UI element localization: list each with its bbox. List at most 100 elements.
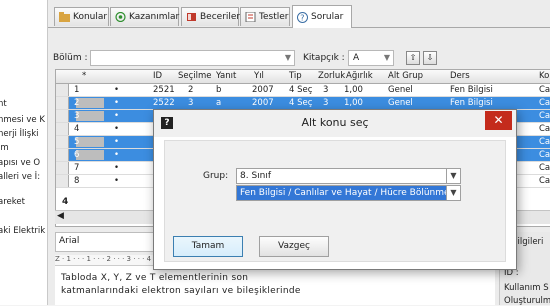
chevron-left-icon[interactable]: ◀ (57, 211, 64, 221)
tree-item[interactable]: alleri ve İ: (0, 172, 40, 182)
row-bullet: • (114, 98, 120, 108)
tree-item[interactable]: aki Elektrik (0, 226, 45, 236)
cell-ko: Ca (539, 98, 550, 108)
tab-beceriler[interactable]: Beceriler (181, 7, 241, 26)
cell-ko: Ca (539, 124, 550, 134)
row-indicator[interactable] (56, 123, 69, 135)
row-bullet: • (114, 176, 120, 186)
row-marker (76, 98, 104, 108)
cell-yanit: a (216, 98, 222, 108)
tab-label: Beceriler (200, 12, 241, 22)
cell-yanit: b (216, 85, 222, 95)
kitapcik-value: A (353, 53, 360, 63)
cell-ko: Ca (539, 111, 550, 121)
chevron-down-icon: ▼ (284, 53, 291, 62)
cell-zorluk: 3 (323, 98, 329, 108)
editor-line: Tabloda X, Y, Z ve T elementlerinin son (61, 273, 249, 283)
cell-id: 2522 (153, 98, 175, 108)
cell-ko: Ca (539, 137, 550, 147)
grup-value: 8. Sınıf (240, 171, 272, 181)
cell-zorluk: 3 (323, 85, 329, 95)
cell-ko: Ca (539, 176, 550, 186)
tab-testler[interactable]: Testler (240, 7, 290, 26)
col-ko[interactable]: Ko (539, 71, 549, 81)
bolum-label: Bölüm : (53, 53, 88, 63)
cell-ko: Ca (539, 150, 550, 160)
cell-n: 5 (74, 137, 80, 147)
close-button[interactable]: ✕ (485, 111, 512, 130)
cell-agirlik: 1,00 (344, 98, 363, 108)
tree-item[interactable]: apısı ve O (0, 158, 40, 168)
col-ders[interactable]: Ders (450, 71, 470, 81)
grid-footer-count: 4 (62, 197, 69, 207)
tree-item[interactable]: nt (0, 99, 7, 109)
tab-label: Sorular (311, 12, 344, 22)
col-star[interactable]: * (82, 71, 86, 81)
cell-n: 8 (74, 176, 80, 186)
col-yanit[interactable]: Yanıt (216, 71, 236, 81)
col-zorluk[interactable]: Zorluk (318, 71, 345, 81)
question-editor[interactable]: Tabloda X, Y, Z ve T elementlerinin son … (55, 266, 495, 305)
kitapcik-select[interactable]: A ▼ (348, 50, 394, 66)
cell-secilme: 3 (188, 98, 194, 108)
cell-yil: 2007 (252, 98, 274, 108)
col-secilme[interactable]: Seçilme (178, 71, 212, 81)
row-marker (76, 150, 104, 160)
tree-item[interactable]: im (0, 143, 9, 153)
grid-header: * ID Seçilme Yanıt Yıl Tip Zorluk Ağırlı… (56, 70, 550, 84)
row-marker (76, 111, 104, 121)
tab-kazanimlar[interactable]: Kazanımlar (110, 7, 179, 26)
col-yil[interactable]: Yıl (254, 71, 264, 81)
col-agirlik[interactable]: Ağırlık (346, 71, 373, 81)
bolum-select[interactable]: ▼ (90, 50, 295, 66)
ok-button[interactable]: Tamam (173, 236, 243, 257)
tab-konular[interactable]: Konular (54, 7, 109, 26)
tree-item[interactable]: nerji İlişki (0, 129, 38, 139)
cell-n: 2 (74, 98, 80, 108)
cell-ders: Fen Bilgisi (450, 85, 493, 95)
table-row[interactable]: • 1 2521 2 b 2007 4 Seç 3 1,00 Genel Fen Bilgisi Ca (56, 84, 550, 97)
konu-select[interactable]: Fen Bilgisi / Canlılar ve Hayat / Hücre … (236, 185, 461, 201)
cell-tip: 4 Seç (289, 98, 313, 108)
dialog-title: Alt konu seç (301, 116, 369, 129)
folder-icon (59, 12, 70, 22)
question-icon: ? (297, 12, 308, 23)
editor-line: katmanlarındaki elektron sayıları ve bil… (61, 286, 301, 296)
font-name[interactable]: Arial (59, 236, 79, 246)
row-indicator[interactable] (56, 110, 69, 122)
row-indicator[interactable] (56, 175, 69, 187)
row-bullet: • (114, 124, 120, 134)
col-tip[interactable]: Tip (289, 71, 302, 81)
move-up-button[interactable]: ⇧ (406, 51, 420, 65)
tab-sorular[interactable]: ? Sorular (292, 5, 352, 28)
move-down-button[interactable]: ⇩ (423, 51, 437, 65)
row-bullet: • (114, 150, 120, 160)
col-id[interactable]: ID (153, 71, 162, 81)
row-indicator[interactable] (56, 149, 69, 161)
row-indicator[interactable] (56, 162, 69, 174)
grup-select[interactable]: 8. Sınıf ▼ (236, 168, 461, 184)
tree-item[interactable]: nmesi ve K (0, 115, 45, 125)
info-kullanim: Kullanım S (504, 283, 549, 293)
cancel-button[interactable]: Vazgeç (259, 236, 329, 257)
col-altgrup[interactable]: Alt Grup (388, 71, 423, 81)
row-indicator[interactable] (56, 97, 69, 109)
chevron-down-icon: ▼ (446, 169, 460, 183)
row-bullet: • (114, 85, 120, 95)
row-bullet: • (114, 163, 120, 173)
dialog-titlebar: ? Alt konu seç ✕ (154, 110, 516, 137)
test-icon (245, 11, 256, 23)
row-indicator[interactable] (56, 84, 69, 96)
cell-n: 1 (74, 85, 80, 95)
cell-n: 6 (74, 150, 80, 160)
tree-item[interactable]: areket (0, 197, 25, 207)
cell-n: 4 (74, 124, 80, 134)
chevron-down-icon: ▼ (383, 53, 390, 62)
cell-ko: Ca (539, 85, 550, 95)
tab-label: Testler (259, 12, 289, 22)
row-indicator[interactable] (56, 136, 69, 148)
cell-yil: 2007 (252, 85, 274, 95)
alt-konu-dialog: ? Alt konu seç ✕ Grup: 8. Sınıf ▼ Fen Bi… (153, 109, 517, 270)
svg-text:?: ? (300, 14, 304, 23)
cell-n: 7 (74, 163, 80, 173)
